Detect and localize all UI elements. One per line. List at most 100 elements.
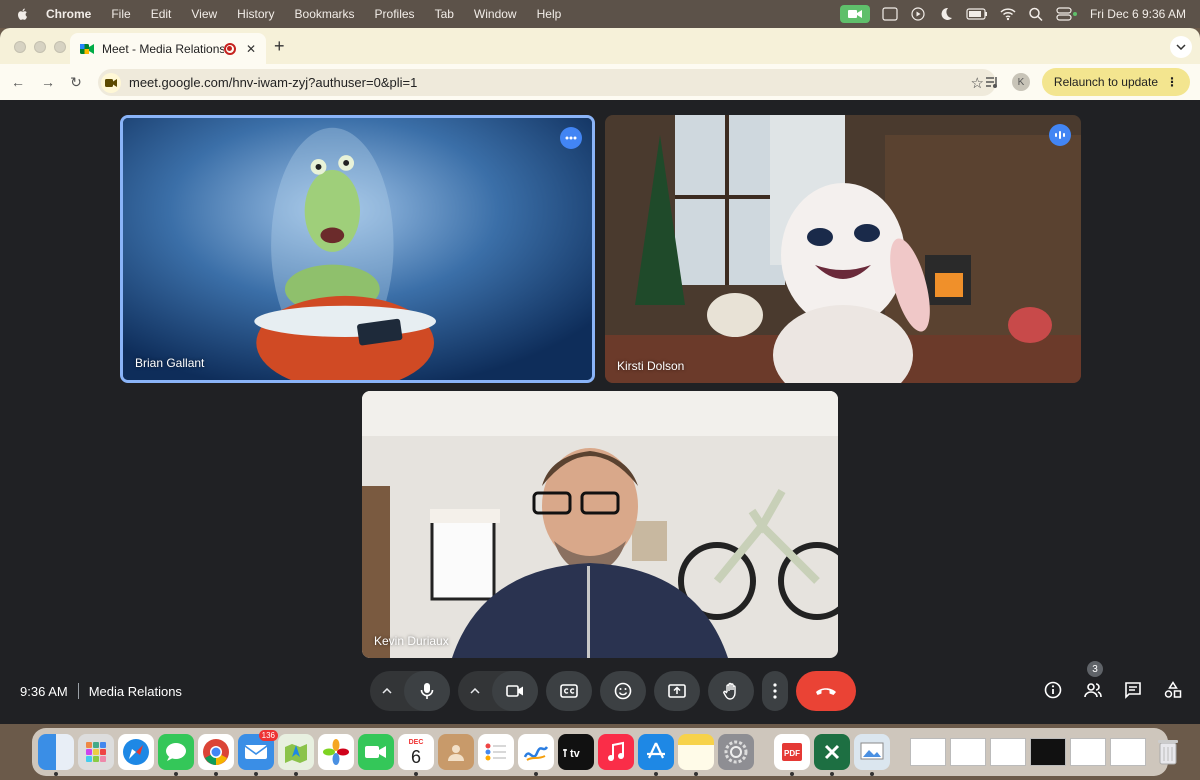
present-screen-button[interactable] xyxy=(654,671,700,711)
leave-call-button[interactable] xyxy=(796,671,856,711)
minimized-window-thumbnail[interactable] xyxy=(910,738,946,766)
reload-button[interactable]: ↻ xyxy=(68,74,84,90)
camera-in-use-icon[interactable] xyxy=(839,5,870,23)
profile-avatar[interactable]: K xyxy=(1011,73,1030,91)
meeting-info-button[interactable] xyxy=(1044,681,1062,699)
reactions-button[interactable] xyxy=(600,671,646,711)
more-options-button[interactable] xyxy=(560,127,582,149)
launchpad-icon[interactable] xyxy=(78,734,114,770)
menu-view[interactable]: View xyxy=(191,7,217,21)
more-options-button[interactable] xyxy=(762,671,788,711)
messages-icon[interactable] xyxy=(158,734,194,776)
photos-icon[interactable] xyxy=(318,734,354,770)
hang-up-icon xyxy=(816,688,836,695)
calendar-icon[interactable]: DEC 6 xyxy=(398,734,434,776)
mic-group xyxy=(370,671,450,711)
video-camera-icon xyxy=(506,685,523,697)
finder-icon[interactable] xyxy=(38,734,74,776)
reminders-icon[interactable] xyxy=(478,734,514,770)
excel-icon[interactable] xyxy=(814,734,850,776)
apple-tv-icon[interactable]: tv xyxy=(558,734,594,770)
chat-button[interactable] xyxy=(1124,681,1142,699)
safari-icon[interactable] xyxy=(118,734,154,770)
minimized-window-thumbnail[interactable] xyxy=(1110,738,1146,766)
participant-name: Kevin Duriaux xyxy=(374,634,449,648)
site-info-icon[interactable] xyxy=(101,72,121,93)
focus-moon-icon[interactable] xyxy=(938,7,954,21)
participant-tile-kirsti[interactable]: Kirsti Dolson xyxy=(605,115,1081,383)
control-center-icon[interactable] xyxy=(1056,7,1078,21)
media-controls-icon[interactable] xyxy=(984,74,1000,90)
camera-button[interactable] xyxy=(492,671,538,711)
battery-icon[interactable] xyxy=(966,7,988,21)
back-button[interactable]: ← xyxy=(10,74,26,90)
browser-toolbar: ← → ↻ meet.google.com/hnv-iwam-zyj?authu… xyxy=(0,64,1200,100)
url-text[interactable]: meet.google.com/hnv-iwam-zyj?authuser=0&… xyxy=(129,75,971,90)
app-store-icon[interactable] xyxy=(638,734,674,776)
microphone-button[interactable] xyxy=(404,671,450,711)
mail-unread-badge: 136 xyxy=(258,730,278,741)
menu-file[interactable]: File xyxy=(111,7,130,21)
tab-strip: Meet - Media Relations ✕ + xyxy=(0,28,1200,64)
captions-button[interactable] xyxy=(546,671,592,711)
camera-group xyxy=(458,671,538,711)
forward-button[interactable]: → xyxy=(40,74,56,90)
menu-chrome[interactable]: Chrome xyxy=(46,7,91,21)
chrome-icon[interactable] xyxy=(198,734,234,776)
camera-video-feed xyxy=(362,391,838,658)
facetime-icon[interactable] xyxy=(358,734,394,770)
participant-tile-brian[interactable]: Brian Gallant xyxy=(120,115,595,383)
activities-button[interactable] xyxy=(1164,681,1182,699)
menu-help[interactable]: Help xyxy=(537,7,562,21)
minimized-window-thumbnail[interactable] xyxy=(1070,738,1106,766)
pdf-expert-icon[interactable]: PDF xyxy=(774,734,810,776)
pdf-menu-icon[interactable] xyxy=(882,7,898,21)
close-window-button[interactable] xyxy=(14,41,26,53)
system-settings-icon[interactable] xyxy=(718,734,754,770)
notes-icon[interactable] xyxy=(678,734,714,776)
contacts-icon[interactable] xyxy=(438,734,474,770)
menu-history[interactable]: History xyxy=(237,7,274,21)
apple-icon[interactable] xyxy=(16,7,30,21)
recording-indicator-icon xyxy=(223,42,236,55)
menu-profiles[interactable]: Profiles xyxy=(375,7,415,21)
tab-search-button[interactable] xyxy=(1170,36,1192,58)
tab-meet[interactable]: Meet - Media Relations ✕ xyxy=(70,33,266,64)
relaunch-to-update-button[interactable]: Relaunch to update ⋮ xyxy=(1041,68,1190,96)
freeform-icon[interactable] xyxy=(518,734,554,776)
meet-stage: Brian Gallant Kirsti Dolson Kevin Duriau… xyxy=(0,100,1200,724)
menu-edit[interactable]: Edit xyxy=(151,7,172,21)
video-settings-chevron-icon[interactable] xyxy=(458,671,492,711)
meeting-details: 9:36 AM Media Relations xyxy=(20,683,182,699)
preview-icon[interactable] xyxy=(854,734,890,776)
emoji-icon xyxy=(614,682,632,700)
audio-settings-chevron-icon[interactable] xyxy=(370,671,404,711)
minimize-window-button[interactable] xyxy=(34,41,46,53)
macos-dock: 136 DEC 6 tv PDF xyxy=(32,728,1178,776)
calendar-month: DEC xyxy=(408,738,424,746)
music-icon[interactable] xyxy=(598,734,634,770)
minimized-window-thumbnail[interactable] xyxy=(1030,738,1066,766)
minimized-window-thumbnail[interactable] xyxy=(990,738,1026,766)
close-tab-button[interactable]: ✕ xyxy=(246,42,256,56)
maps-icon[interactable] xyxy=(278,734,314,776)
svg-text:tv: tv xyxy=(570,748,581,759)
menu-tab[interactable]: Tab xyxy=(435,7,454,21)
mail-icon[interactable]: 136 xyxy=(238,730,278,776)
trash-icon[interactable] xyxy=(1150,734,1186,770)
menu-bookmarks[interactable]: Bookmarks xyxy=(295,7,355,21)
zoom-window-button[interactable] xyxy=(54,41,66,53)
people-button[interactable]: 3 xyxy=(1084,661,1103,699)
address-bar[interactable]: meet.google.com/hnv-iwam-zyj?authuser=0&… xyxy=(98,69,996,96)
new-tab-button[interactable]: + xyxy=(274,36,285,57)
participant-tile-kevin[interactable]: Kevin Duriaux xyxy=(362,391,838,658)
menu-window[interactable]: Window xyxy=(474,7,517,21)
spotlight-search-icon[interactable] xyxy=(1028,7,1044,21)
chrome-window: Meet - Media Relations ✕ + ← → ↻ meet.go… xyxy=(0,28,1200,724)
bookmark-star-icon[interactable]: ☆ xyxy=(971,74,984,92)
minimized-window-thumbnail[interactable] xyxy=(950,738,986,766)
play-circle-icon[interactable] xyxy=(910,7,926,21)
menubar-datetime[interactable]: Fri Dec 6 9:36 AM xyxy=(1090,7,1186,21)
wifi-icon[interactable] xyxy=(1000,7,1016,21)
raise-hand-button[interactable] xyxy=(708,671,754,711)
